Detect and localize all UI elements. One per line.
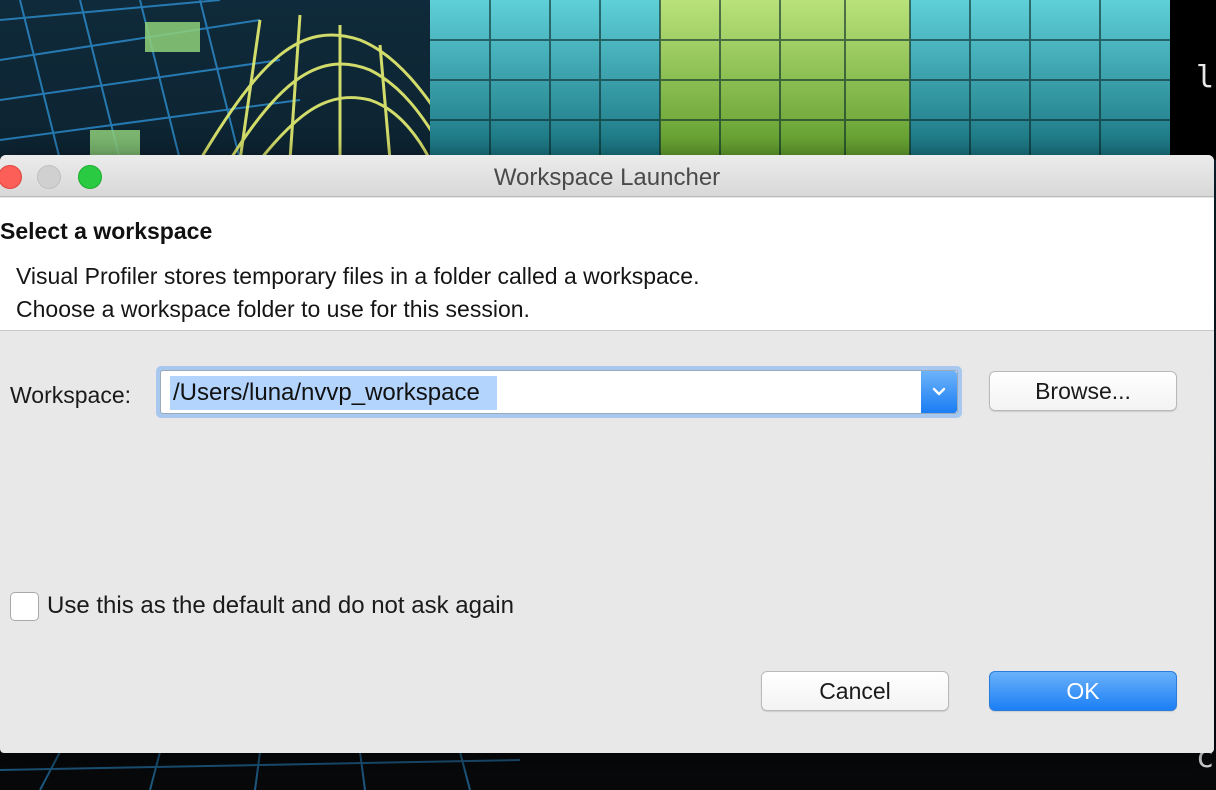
workspace-dropdown-button[interactable]	[921, 371, 957, 413]
workspace-combobox-field[interactable]	[160, 370, 958, 414]
terminal-text-top: ls	[1196, 60, 1216, 95]
workspace-launcher-dialog: Workspace Launcher Select a workspace Vi…	[0, 155, 1214, 753]
chevron-down-icon	[932, 387, 946, 396]
dialog-header: Select a workspace Visual Profiler store…	[0, 198, 1214, 331]
workspace-label: Workspace:	[10, 382, 132, 408]
workspace-combobox[interactable]	[156, 366, 962, 418]
header-title: Select a workspace	[0, 218, 213, 244]
browse-button[interactable]: Browse...	[989, 371, 1177, 411]
title-bar[interactable]: Workspace Launcher	[0, 155, 1214, 197]
cancel-button[interactable]: Cancel	[761, 671, 949, 711]
window-title: Workspace Launcher	[493, 164, 721, 191]
header-description-line1: Visual Profiler stores temporary files i…	[16, 263, 700, 289]
default-workspace-checkbox[interactable]	[10, 592, 39, 621]
header-description-line2: Choose a workspace folder to use for thi…	[16, 296, 530, 322]
ok-button[interactable]: OK	[989, 671, 1177, 711]
default-workspace-checkbox-label[interactable]: Use this as the default and do not ask a…	[47, 592, 514, 620]
workspace-path-input[interactable]	[173, 377, 913, 409]
